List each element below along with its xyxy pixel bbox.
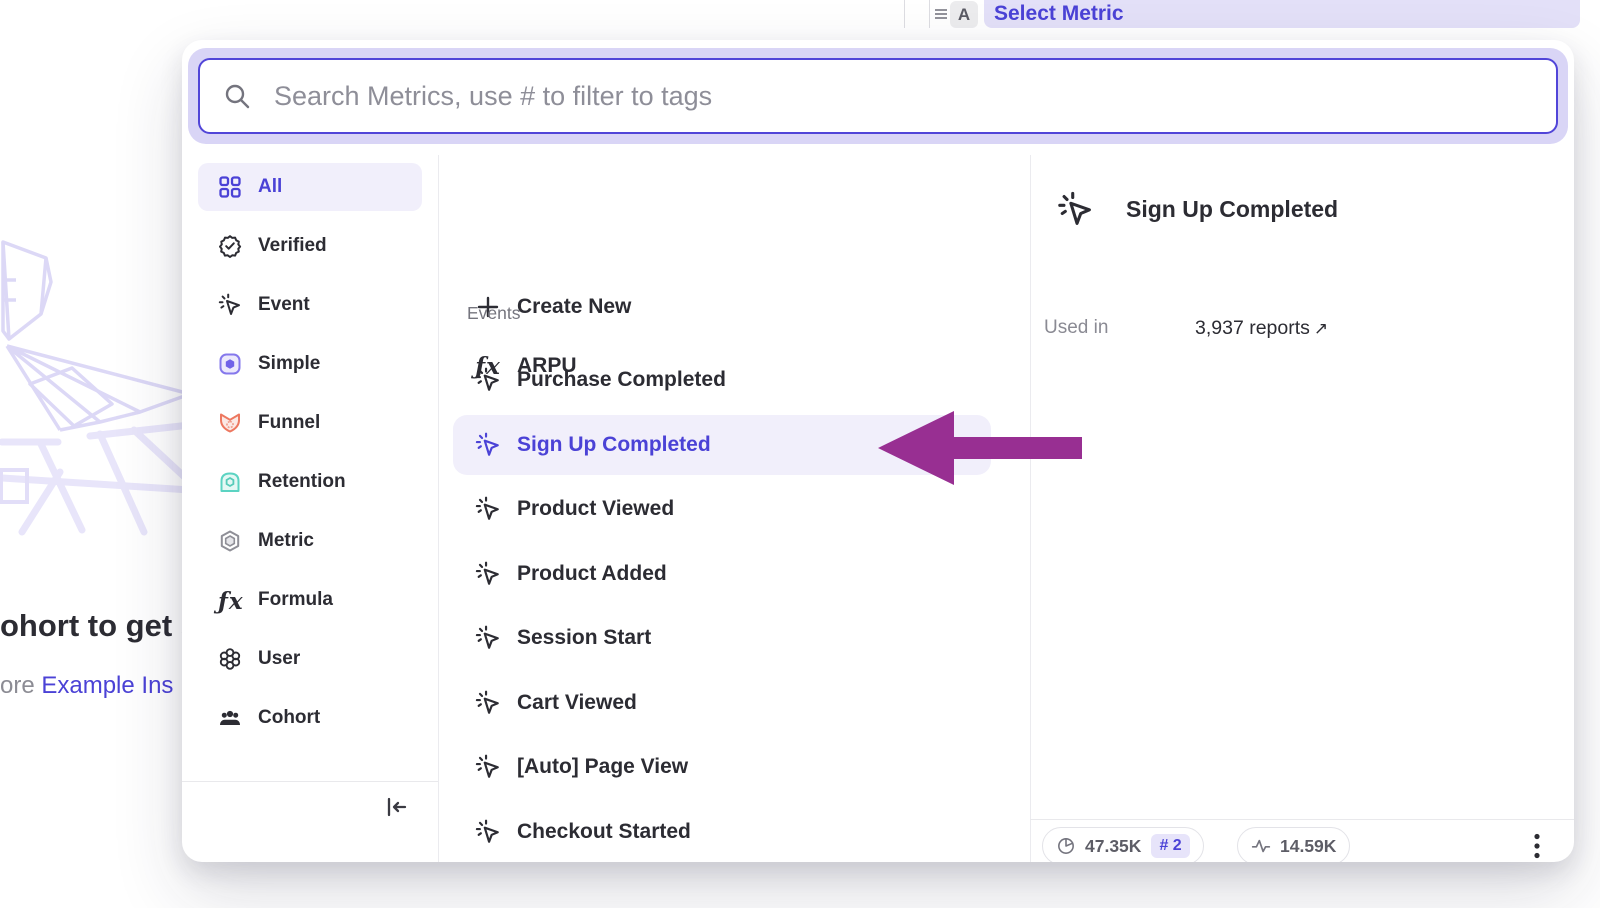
sidebar-item-cohort[interactable]: Cohort: [198, 694, 422, 742]
verified-badge-icon: [218, 234, 242, 258]
external-link-arrow-icon: ↗: [1314, 319, 1328, 338]
sidebar-item-verified[interactable]: Verified: [198, 222, 422, 270]
event-icon: [1057, 191, 1094, 228]
sidebar-item-label: Simple: [258, 353, 320, 375]
event-item[interactable]: Cart Viewed: [438, 671, 1030, 736]
sidebar-list: All Verified Event Simple Funnel Retention Met…: [182, 155, 438, 862]
grid-icon: [218, 175, 242, 199]
stat-value: 47.35K: [1085, 836, 1141, 857]
toolbar-divider: [904, 0, 905, 28]
event-icon: [475, 690, 501, 716]
formula-icon: ƒx: [218, 588, 242, 612]
sidebar-item-formula[interactable]: ƒx Formula: [198, 576, 422, 624]
event-item-label: Product Added: [517, 562, 667, 586]
sidebar-item-funnel[interactable]: Funnel: [198, 399, 422, 447]
sidebar-item-label: Retention: [258, 471, 346, 493]
sidebar-item-all[interactable]: All: [198, 163, 422, 211]
page: ohort to get s ore Example Ins A Select …: [0, 0, 1600, 908]
event-item-label: Session Start: [517, 626, 651, 650]
user-icon: [218, 647, 242, 671]
stat-pill-pie-chart[interactable]: 47.35K # 2: [1042, 827, 1204, 862]
event-item-label: Checkout Started: [517, 820, 691, 844]
sidebar-item-metric[interactable]: Metric: [198, 517, 422, 565]
event-icon: [475, 367, 501, 393]
sidebar-item-label: All: [258, 176, 282, 198]
event-item[interactable]: [Auto] Page View: [438, 735, 1030, 800]
example-insights-link[interactable]: Example Ins: [41, 672, 173, 699]
sidebar-footer-divider: [182, 781, 438, 782]
event-item[interactable]: Purchase Completed: [438, 348, 1030, 413]
sidebar-item-event[interactable]: Event: [198, 281, 422, 329]
sidebar-item-label: Funnel: [258, 412, 320, 434]
event-item-label: Product Viewed: [517, 497, 674, 521]
detail-title: Sign Up Completed: [1126, 196, 1338, 223]
search-focus-ring: [188, 48, 1568, 144]
select-metric-label: Select Metric: [994, 2, 1124, 26]
metric-icon: [218, 529, 242, 553]
metric-list-column: Create New ƒx ARPU Events Purchase Compl…: [438, 155, 1030, 862]
used-in-reports-link[interactable]: 3,937 reports↗: [1195, 317, 1328, 340]
create-new-button[interactable]: Create New: [438, 286, 1030, 328]
events-section-header: Events: [467, 303, 521, 324]
more-options-button[interactable]: [1520, 829, 1554, 862]
event-item-label: Sign Up Completed: [517, 433, 711, 457]
pulse-icon: [1251, 836, 1271, 856]
sidebar-item-label: Cohort: [258, 707, 320, 729]
background-heading: ohort to get s: [0, 608, 186, 644]
event-item-label: Purchase Completed: [517, 368, 726, 392]
event-item[interactable]: Product Added: [438, 542, 1030, 607]
stat-value: 14.59K: [1280, 836, 1336, 857]
used-in-label: Used in: [1044, 317, 1195, 340]
event-icon: [475, 432, 501, 458]
link-prefix-text: ore: [0, 672, 41, 699]
annotation-arrow: [878, 411, 1082, 489]
sidebar-item-label: Metric: [258, 530, 314, 552]
retention-icon: [218, 470, 242, 494]
pie-chart-icon: [1056, 836, 1076, 856]
sidebar-item-user[interactable]: User: [198, 635, 422, 683]
event-icon: [475, 561, 501, 587]
sidebar-item-label: Verified: [258, 235, 327, 257]
funnel-icon: [218, 411, 242, 435]
detail-footer-divider: [1030, 819, 1574, 820]
background-link-line: ore Example Ins: [0, 672, 186, 700]
sidebar-item-retention[interactable]: Retention: [198, 458, 422, 506]
select-metric-row[interactable]: Select Metric: [984, 0, 1580, 28]
event-item[interactable]: Session Start: [438, 606, 1030, 671]
collapse-sidebar-button[interactable]: [378, 789, 414, 825]
event-item-label: Cart Viewed: [517, 691, 637, 715]
drag-handle-icon[interactable]: [932, 5, 950, 23]
sidebar-item-label: Formula: [258, 589, 333, 611]
event-icon: [475, 754, 501, 780]
event-icon: [475, 496, 501, 522]
metric-detail-panel: Sign Up Completed Used in 3,937 reports↗…: [1030, 155, 1574, 862]
rank-badge: # 2: [1151, 834, 1189, 858]
sidebar-item-label: Event: [258, 294, 310, 316]
event-icon: [218, 293, 242, 317]
create-new-label: Create New: [517, 295, 631, 319]
event-item[interactable]: Checkout Started: [438, 800, 1030, 863]
stats-row: 14.59K 47.35K # 2: [1042, 827, 1574, 862]
sidebar-item-simple[interactable]: Simple: [198, 340, 422, 388]
search-input[interactable]: [274, 81, 1556, 112]
series-a-badge: A: [950, 1, 978, 28]
simple-icon: [218, 352, 242, 376]
stat-pill-pulse[interactable]: 14.59K: [1237, 827, 1350, 862]
cohort-icon: [218, 706, 242, 730]
search-icon: [222, 81, 252, 111]
event-icon: [475, 625, 501, 651]
event-item-label: [Auto] Page View: [517, 755, 688, 779]
search-field[interactable]: [198, 58, 1558, 134]
toolbar-divider: [929, 0, 930, 28]
decorative-wireframe-graphic: [0, 218, 196, 568]
sidebar-item-label: User: [258, 648, 300, 670]
event-icon: [475, 819, 501, 845]
